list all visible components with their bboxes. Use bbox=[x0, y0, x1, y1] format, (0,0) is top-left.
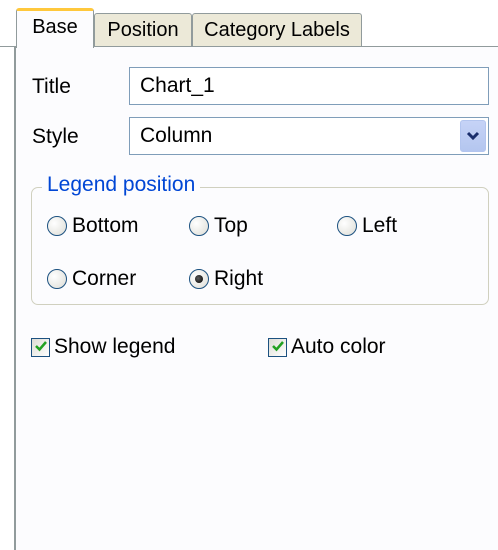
style-label: Style bbox=[32, 125, 79, 148]
tab-base[interactable]: Base bbox=[16, 8, 94, 48]
radio-left-label: Left bbox=[362, 214, 398, 237]
tab-position[interactable]: Position bbox=[94, 13, 192, 46]
checkmark-icon bbox=[34, 335, 48, 359]
radio-top-label: Top bbox=[214, 214, 248, 237]
radio-bottom-indicator[interactable] bbox=[47, 216, 67, 236]
radio-corner[interactable]: Corner bbox=[47, 267, 136, 291]
auto-color-box[interactable] bbox=[268, 335, 287, 359]
radio-left-indicator[interactable] bbox=[337, 216, 357, 236]
radio-right-indicator[interactable] bbox=[189, 269, 209, 289]
radio-top-indicator[interactable] bbox=[189, 216, 209, 236]
radio-corner-indicator[interactable] bbox=[47, 269, 67, 289]
auto-color-checkbox[interactable]: Auto color bbox=[268, 335, 386, 359]
radio-bottom-label: Bottom bbox=[72, 214, 139, 237]
show-legend-checkbox[interactable]: Show legend bbox=[31, 335, 175, 359]
title-input-value: Chart_1 bbox=[140, 74, 215, 97]
radio-top[interactable]: Top bbox=[189, 214, 248, 238]
title-label: Title bbox=[32, 75, 71, 98]
radio-corner-label: Corner bbox=[72, 267, 137, 290]
show-legend-label: Show legend bbox=[54, 335, 176, 358]
checkmark-icon bbox=[271, 335, 285, 359]
style-dropdown-button[interactable] bbox=[460, 120, 486, 152]
radio-right[interactable]: Right bbox=[189, 267, 263, 291]
tab-category-labels[interactable]: Category Labels bbox=[192, 13, 362, 46]
legend-position-title: Legend position bbox=[42, 173, 201, 197]
style-select-value: Column bbox=[140, 124, 213, 147]
base-tab-panel: Title Chart_1 Style Column Legend positi… bbox=[14, 47, 498, 550]
radio-right-label: Right bbox=[214, 267, 264, 290]
tab-base-label: Base bbox=[32, 16, 78, 38]
tab-category-labels-label: Category Labels bbox=[204, 18, 350, 41]
radio-left[interactable]: Left bbox=[337, 214, 397, 238]
tab-strip: Position Category Labels Base bbox=[0, 0, 498, 48]
style-select[interactable]: Column bbox=[129, 117, 489, 155]
title-input[interactable]: Chart_1 bbox=[129, 67, 489, 105]
radio-bottom[interactable]: Bottom bbox=[47, 214, 139, 238]
legend-position-group: Legend position Bottom Top Left Corner R… bbox=[31, 173, 489, 305]
auto-color-label: Auto color bbox=[291, 335, 386, 358]
tab-position-label: Position bbox=[107, 18, 179, 41]
show-legend-box[interactable] bbox=[31, 335, 50, 359]
chevron-down-icon bbox=[466, 124, 480, 148]
